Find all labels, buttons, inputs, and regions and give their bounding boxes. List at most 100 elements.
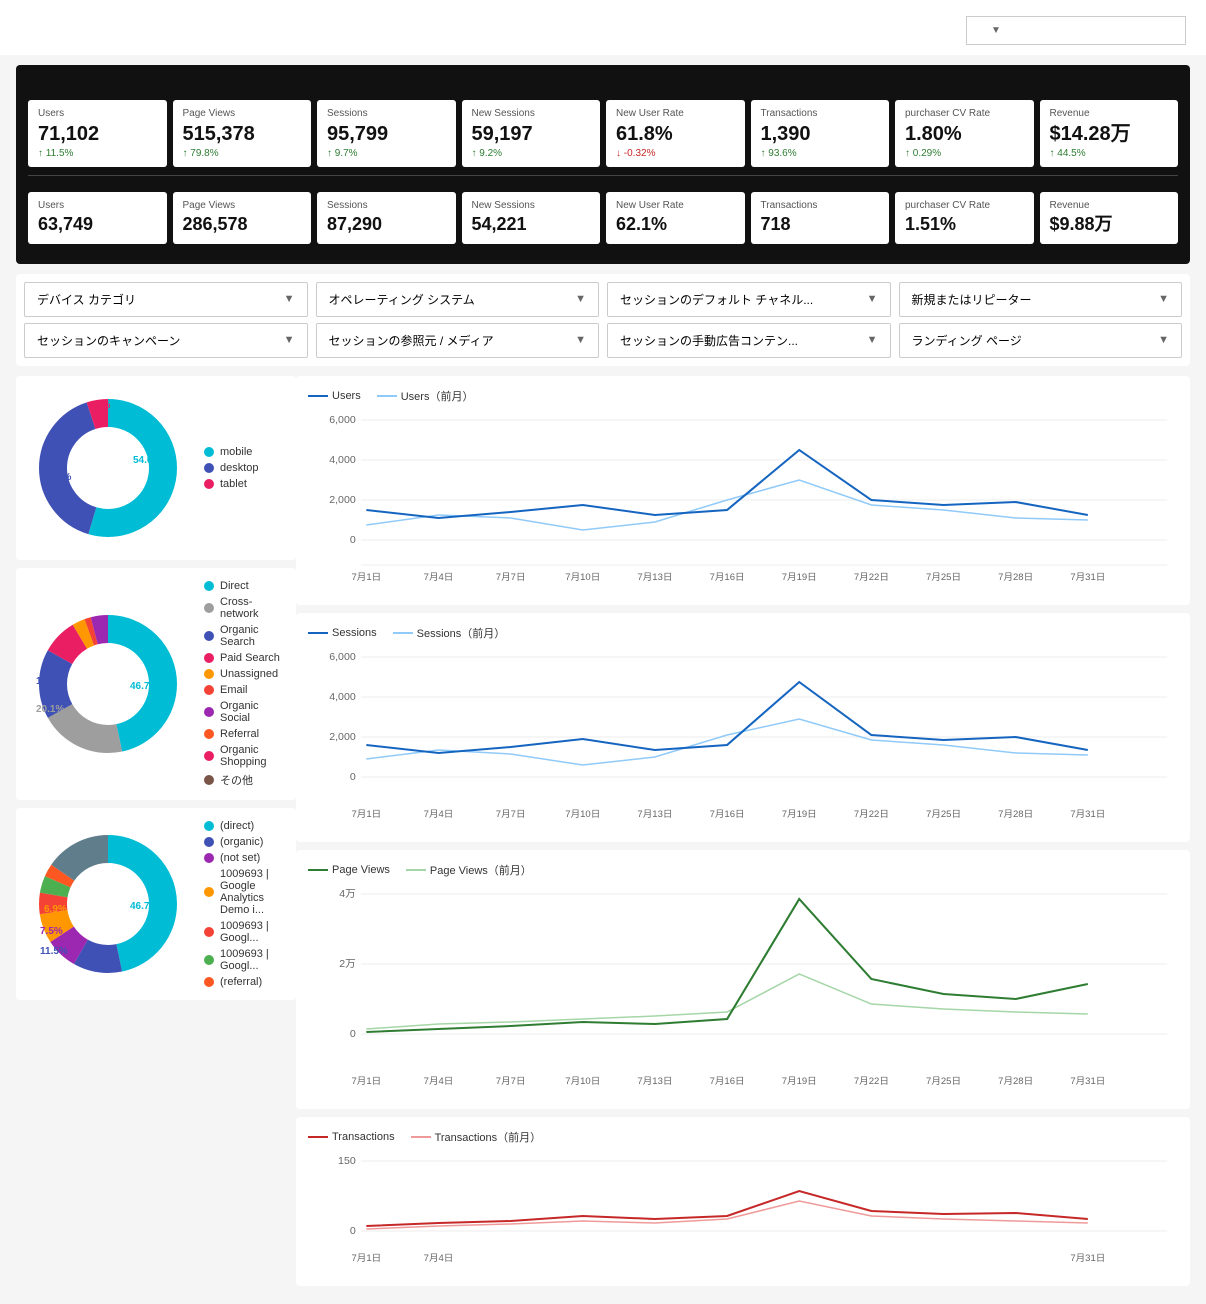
filter-label: セッションのデフォルト チャネル... bbox=[620, 291, 813, 308]
svg-text:40.4%: 40.4% bbox=[43, 472, 71, 483]
metric-label: Sessions bbox=[327, 200, 446, 211]
filter-button[interactable]: オペレーティング システム ▼ bbox=[316, 282, 600, 317]
svg-text:7月10日: 7月10日 bbox=[565, 1076, 600, 1086]
metric-label: Revenue bbox=[1050, 200, 1169, 211]
metric-change: ↑ 93.6% bbox=[761, 148, 880, 159]
metric-change: ↑ 79.8% bbox=[183, 148, 302, 159]
svg-text:0: 0 bbox=[350, 1226, 356, 1237]
svg-text:16.3%: 16.3% bbox=[36, 676, 64, 687]
filter-button[interactable]: セッションの参照元 / メディア▼ bbox=[316, 323, 600, 358]
metric-change: ↑ 44.5% bbox=[1050, 148, 1169, 159]
charts-section: 54.6% 40.4% 5% mobile desktop tablet bbox=[16, 376, 1190, 1294]
svg-text:2万: 2万 bbox=[339, 959, 355, 970]
chevron-down-icon: ▼ bbox=[867, 293, 878, 305]
filter-button[interactable]: ランディング ページ ▼ bbox=[899, 323, 1183, 358]
svg-text:4,000: 4,000 bbox=[329, 455, 356, 466]
svg-text:7月1日: 7月1日 bbox=[352, 1076, 382, 1086]
sessions-chart: 6,000 4,000 2,000 0 7月1日 7月4日 7月7日 7月10日… bbox=[308, 647, 1178, 827]
svg-text:7月16日: 7月16日 bbox=[710, 572, 745, 582]
metric-card-prev: Transactions 718 bbox=[751, 192, 890, 244]
pageviews-chart-container: Page Views Page Views（前月） 4万 2万 0 7月1日 7… bbox=[296, 850, 1190, 1109]
metric-card-prev: New User Rate 62.1% bbox=[606, 192, 745, 244]
metric-value: 1,390 bbox=[761, 122, 880, 146]
device-donut-chart: 54.6% 40.4% 5% bbox=[28, 388, 188, 548]
metric-label: Sessions bbox=[327, 108, 446, 119]
filter-row-2: セッションのキャンペーン▼セッションの参照元 / メディア▼セッションの手動広告… bbox=[24, 323, 1182, 358]
metric-card: Revenue $14.28万 ↑ 44.5% bbox=[1040, 100, 1179, 167]
metric-change: ↑ 9.2% bbox=[472, 148, 591, 159]
filter-button[interactable]: セッションのデフォルト チャネル... ▼ bbox=[607, 282, 891, 317]
svg-text:7月28日: 7月28日 bbox=[998, 572, 1033, 582]
metric-label: purchaser CV Rate bbox=[905, 108, 1024, 119]
svg-text:7月19日: 7月19日 bbox=[782, 809, 817, 819]
svg-text:7月22日: 7月22日 bbox=[854, 809, 889, 819]
page-header: ▼ bbox=[0, 0, 1206, 55]
svg-text:0: 0 bbox=[350, 535, 356, 546]
transactions-chart-legend: Transactions Transactions（前月） bbox=[308, 1129, 1178, 1145]
source-legend: (direct) (organic) (not set) 1009693 | G… bbox=[204, 820, 284, 988]
transactions-chart: 150 0 7月1日 7月4日 7月31日 bbox=[308, 1151, 1178, 1271]
source-donut-chart: 46.7% 11.5% 7.5% 6.9% bbox=[28, 824, 188, 984]
svg-text:54.6%: 54.6% bbox=[133, 455, 161, 466]
svg-text:46.7%: 46.7% bbox=[130, 901, 158, 912]
chevron-down-icon: ▼ bbox=[575, 334, 586, 346]
device-legend: mobile desktop tablet bbox=[204, 446, 259, 490]
metric-label: Page Views bbox=[183, 108, 302, 119]
metric-value: 62.1% bbox=[616, 214, 735, 236]
chevron-down-icon: ▼ bbox=[575, 293, 586, 305]
svg-text:7.5%: 7.5% bbox=[40, 926, 63, 937]
svg-text:150: 150 bbox=[338, 1156, 356, 1167]
svg-text:7月31日: 7月31日 bbox=[1070, 572, 1105, 582]
svg-text:7月4日: 7月4日 bbox=[424, 1253, 454, 1263]
filter-button[interactable]: デバイス カテゴリ▼ bbox=[24, 282, 308, 317]
metric-value: 515,378 bbox=[183, 122, 302, 146]
metric-card: New Sessions 59,197 ↑ 9.2% bbox=[462, 100, 601, 167]
metric-value: 1.51% bbox=[905, 214, 1024, 236]
svg-text:7月4日: 7月4日 bbox=[424, 809, 454, 819]
svg-text:5%: 5% bbox=[96, 400, 111, 411]
metric-value: 87,290 bbox=[327, 214, 446, 236]
metric-label: Transactions bbox=[761, 200, 880, 211]
svg-text:7月31日: 7月31日 bbox=[1070, 1076, 1105, 1086]
metric-change: ↑ 0.29% bbox=[905, 148, 1024, 159]
chevron-down-icon: ▼ bbox=[1158, 334, 1169, 346]
left-charts: 54.6% 40.4% 5% mobile desktop tablet bbox=[16, 376, 296, 1294]
filter-label: 新規またはリピーター bbox=[912, 291, 1032, 308]
filter-button[interactable]: セッションの手動広告コンテン...▼ bbox=[607, 323, 891, 358]
metric-value: 95,799 bbox=[327, 122, 446, 146]
date-range-picker[interactable]: ▼ bbox=[966, 16, 1186, 45]
metric-card: Page Views 515,378 ↑ 79.8% bbox=[173, 100, 312, 167]
metric-card-prev: Sessions 87,290 bbox=[317, 192, 456, 244]
svg-text:7月7日: 7月7日 bbox=[496, 1076, 526, 1086]
metric-card: Sessions 95,799 ↑ 9.7% bbox=[317, 100, 456, 167]
current-metrics-row: Users 71,102 ↑ 11.5% Page Views 515,378 … bbox=[28, 100, 1178, 167]
pageviews-chart-legend: Page Views Page Views（前月） bbox=[308, 862, 1178, 878]
metric-value: 61.8% bbox=[616, 122, 735, 146]
users-chart-legend: Users Users（前月） bbox=[308, 388, 1178, 404]
filters-section: デバイス カテゴリ▼オペレーティング システム▼セッションのデフォルト チャネル… bbox=[16, 274, 1190, 366]
svg-text:7月22日: 7月22日 bbox=[854, 1076, 889, 1086]
chevron-down-icon: ▼ bbox=[284, 334, 295, 346]
svg-text:7月1日: 7月1日 bbox=[352, 809, 382, 819]
filter-button[interactable]: 新規またはリピーター▼ bbox=[899, 282, 1183, 317]
filter-label: オペレーティング システム bbox=[329, 291, 475, 308]
sessions-chart-container: Sessions Sessions（前月） 6,000 4,000 2,000 … bbox=[296, 613, 1190, 842]
metric-card-prev: New Sessions 54,221 bbox=[462, 192, 601, 244]
metric-value: 718 bbox=[761, 214, 880, 236]
svg-text:7月1日: 7月1日 bbox=[352, 572, 382, 582]
current-month-title bbox=[28, 77, 1178, 92]
svg-text:6,000: 6,000 bbox=[329, 415, 356, 426]
metric-label: New User Rate bbox=[616, 200, 735, 211]
svg-text:7月13日: 7月13日 bbox=[637, 809, 672, 819]
metric-label: New Sessions bbox=[472, 200, 591, 211]
filter-button[interactable]: セッションのキャンペーン▼ bbox=[24, 323, 308, 358]
svg-text:7月10日: 7月10日 bbox=[565, 809, 600, 819]
users-chart-container: Users Users（前月） 6,000 4,000 2,000 0 bbox=[296, 376, 1190, 605]
metric-change: ↑ 9.7% bbox=[327, 148, 446, 159]
svg-text:6,000: 6,000 bbox=[329, 652, 356, 663]
svg-text:7月13日: 7月13日 bbox=[637, 1076, 672, 1086]
filter-label: ランディング ページ bbox=[912, 332, 1022, 349]
pageviews-chart: 4万 2万 0 7月1日 7月4日 7月7日 7月10日 7月13日 7月16日… bbox=[308, 884, 1178, 1094]
svg-text:7月16日: 7月16日 bbox=[710, 809, 745, 819]
chevron-down-icon: ▼ bbox=[991, 25, 1001, 36]
